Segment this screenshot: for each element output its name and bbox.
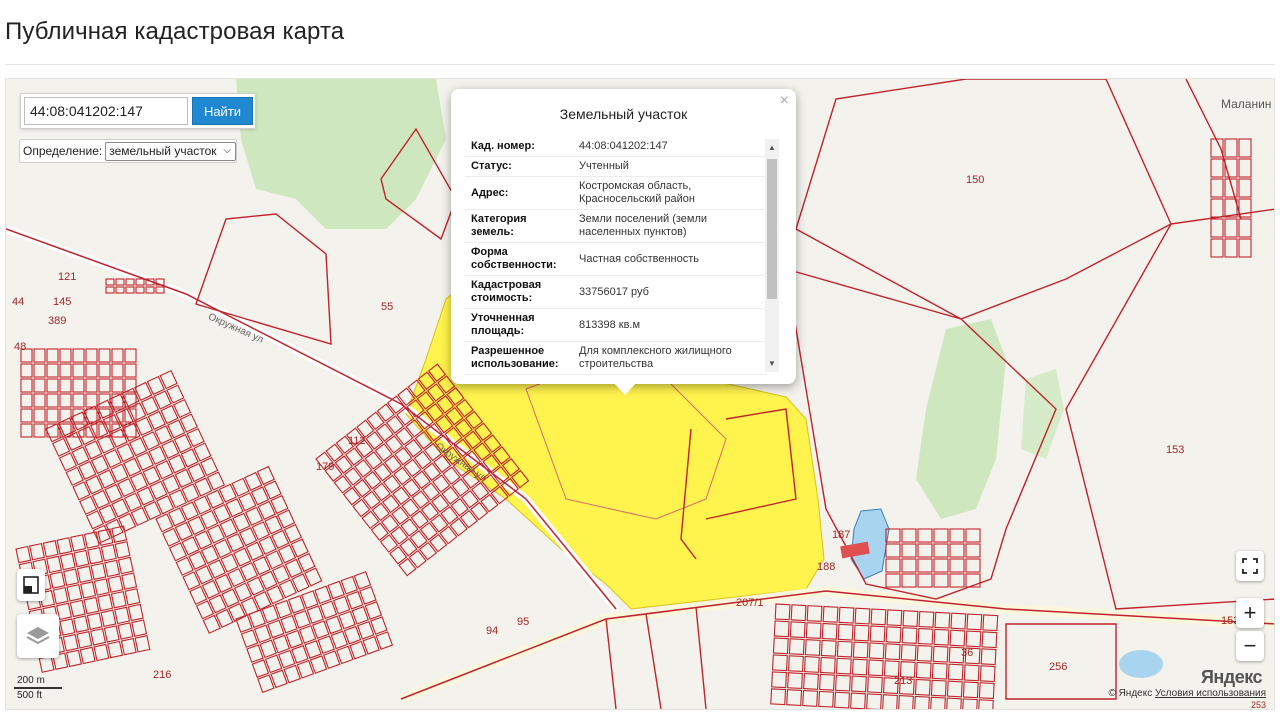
search-panel: Найти [20, 93, 256, 129]
page-title: Публичная кадастровая карта [5, 18, 345, 45]
parcel-label: 153 [1166, 444, 1185, 456]
attribute-key: Категория земель: [465, 209, 573, 243]
parcel-label: 121 [58, 271, 77, 283]
definition-panel: Определение: земельный участок ⌵ [19, 139, 237, 163]
parcel-label: 36 [961, 647, 974, 659]
table-row: Кад. номер: 44:08:041202:147 [465, 137, 767, 157]
parcel-label: 187 [832, 529, 851, 541]
copyright-text: © Яндекс [1108, 688, 1153, 699]
ruler-button[interactable] [17, 569, 45, 601]
zoom-out-button[interactable]: − [1236, 631, 1264, 661]
attribute-value: 44:08:041202:147 [573, 137, 767, 157]
parcel-label: 44 [12, 296, 25, 308]
chevron-down-icon: ⌵ [223, 144, 231, 156]
attribute-value: Учтенный [573, 156, 767, 177]
scroll-down-icon[interactable]: ▼ [768, 359, 776, 368]
definition-selected-value: земельный участок [109, 144, 217, 158]
parcel-label: 253 [1251, 700, 1267, 710]
terms-link[interactable]: Условия использования [1155, 688, 1266, 699]
scrollbar-thumb[interactable] [767, 159, 777, 299]
fullscreen-icon [1242, 558, 1258, 574]
attribute-value: Для комплексного жилищного строительства [573, 341, 767, 375]
fullscreen-button[interactable] [1236, 551, 1264, 581]
map-container[interactable]: 55 150 153 121 145 389 44 48 112 179 94 … [5, 78, 1275, 710]
parcel-label: 150 [966, 174, 985, 186]
table-row: Статус: Учтенный [465, 156, 767, 177]
popup-scrollbar[interactable]: ▲ ▼ [765, 139, 779, 372]
table-row: Адрес: Костромская область, Красносельски… [465, 176, 767, 210]
map-copyright: © Яндекс Условия использования [1108, 688, 1266, 699]
scale-metric: 200 m [17, 675, 45, 686]
table-row: Форма собственности: Частная собственност… [465, 242, 767, 276]
attribute-key: Уточненная площадь: [465, 308, 573, 342]
definition-label: Определение: [23, 144, 103, 158]
attribute-key: Адрес: [465, 176, 573, 210]
parcel-label: 213 [894, 675, 913, 687]
parcel-label: 207/1 [736, 597, 764, 609]
parcel-label: 95 [517, 616, 530, 628]
layers-button[interactable] [17, 614, 59, 658]
yandex-logo: Яндекс [1200, 667, 1263, 687]
parcel-label: 112 [348, 435, 366, 447]
table-row: Разрешенное использование: Для комплексно… [465, 341, 767, 375]
parcel-label: 389 [48, 315, 67, 327]
cadastral-number-input[interactable] [24, 97, 188, 125]
attribute-value: 813398 кв.м [573, 308, 767, 342]
parcel-label: 188 [817, 561, 836, 573]
attribute-key: Статус: [465, 156, 573, 177]
parcel-label: 55 [381, 301, 394, 313]
parcel-label: 145 [53, 296, 72, 308]
scale-imperial: 500 ft [17, 690, 43, 701]
attribute-value: 33756017 руб [573, 275, 767, 309]
attribute-value: Частная собственность [573, 242, 767, 276]
ruler-icon [23, 576, 39, 594]
parcel-label: 94 [486, 625, 499, 637]
table-row: Категория земель: Земли поселений (земли … [465, 209, 767, 243]
attribute-key: Кадастровая стоимость: [465, 275, 573, 309]
popup-title: Земельный участок [559, 106, 688, 122]
attribute-value: Костромская область, Красносельский райо… [573, 176, 767, 210]
parcel-label: 48 [14, 341, 27, 353]
table-row: Уточненная площадь: 813398 кв.м [465, 308, 767, 342]
attribute-value: Земли поселений (земли населенных пункто… [573, 209, 767, 243]
parcel-label: 216 [153, 669, 172, 681]
attribute-key: Кад. номер: [465, 137, 573, 157]
find-button[interactable]: Найти [192, 97, 253, 125]
place-label: Маланин [1221, 97, 1272, 111]
parcel-info-popup: × Земельный участок Кад. номер: 44:08:041… [451, 89, 796, 395]
scale-bar: 200 m 500 ft [14, 672, 64, 706]
parcel-label: 179 [316, 461, 335, 473]
scale-line [14, 687, 62, 689]
zoom-in-button[interactable]: + [1236, 598, 1264, 628]
layers-icon [26, 627, 50, 645]
attribute-key: Разрешенное использование: [465, 341, 573, 375]
definition-select[interactable]: земельный участок ⌵ [105, 141, 236, 161]
parcel-label: 256 [1049, 661, 1068, 673]
scroll-up-icon[interactable]: ▲ [768, 143, 776, 152]
attribute-table: Кад. номер: 44:08:041202:147 Статус: Учтен… [465, 137, 767, 375]
attribute-key: Форма собственности: [465, 242, 573, 276]
title-divider [5, 64, 1275, 65]
table-row: Кадастровая стоимость: 33756017 руб [465, 275, 767, 309]
popup-pointer [614, 383, 636, 395]
